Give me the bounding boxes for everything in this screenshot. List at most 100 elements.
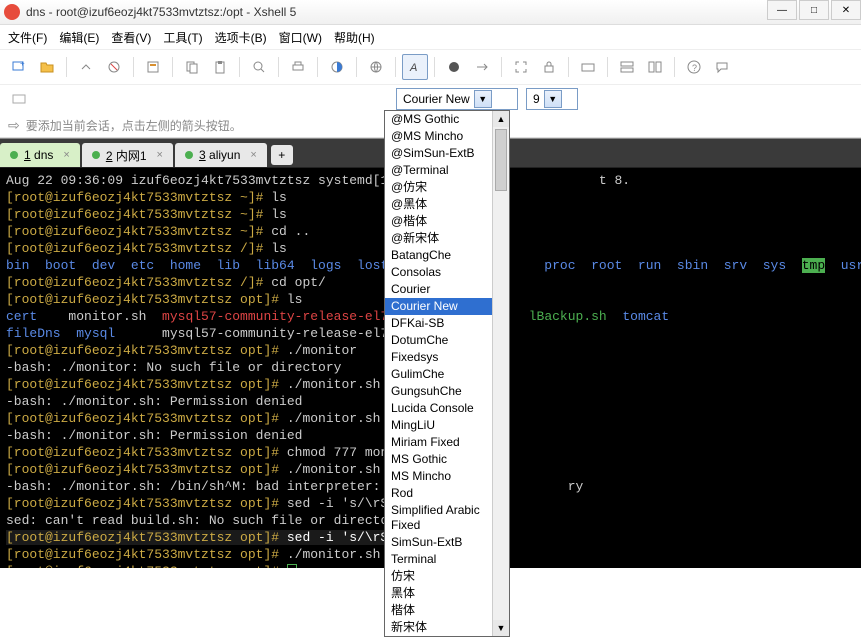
cursor xyxy=(287,564,297,568)
font-option[interactable]: @楷体 xyxy=(385,213,509,230)
scroll-down-icon[interactable]: ▼ xyxy=(493,620,509,636)
close-icon[interactable]: × xyxy=(157,149,163,161)
font-option[interactable]: Terminal xyxy=(385,551,509,568)
new-session-icon[interactable]: + xyxy=(6,54,32,80)
font-option[interactable]: MS Mincho xyxy=(385,468,509,485)
arrow-icon[interactable]: ⇨ xyxy=(8,117,20,134)
minimize-button[interactable]: — xyxy=(767,0,797,20)
separator xyxy=(66,57,67,77)
font-icon[interactable]: A xyxy=(402,54,428,80)
add-tab-button[interactable]: + xyxy=(271,145,293,165)
color-scheme-icon[interactable] xyxy=(324,54,350,80)
hint-text: 要添加当前会话，点击左侧的箭头按钮。 xyxy=(26,117,242,134)
status-dot-icon xyxy=(185,151,193,159)
status-dot-icon xyxy=(10,151,18,159)
tab-intranet[interactable]: 2 内网1 × xyxy=(82,143,173,167)
maximize-button[interactable]: □ xyxy=(799,0,829,20)
app-icon xyxy=(4,4,20,20)
open-icon[interactable] xyxy=(34,54,60,80)
close-icon[interactable]: × xyxy=(250,149,256,161)
font-option[interactable]: DFKai-SB xyxy=(385,315,509,332)
font-option[interactable]: 楷体 xyxy=(385,602,509,619)
font-option[interactable]: 黑体 xyxy=(385,585,509,602)
font-option[interactable]: 新宋体 xyxy=(385,619,509,636)
font-size-combo[interactable]: 9 ▼ xyxy=(526,88,578,110)
font-dropdown[interactable]: ▲ ▼ @MS Gothic@MS Mincho@SimSun-ExtB@Ter… xyxy=(384,110,510,637)
tile-v-icon[interactable] xyxy=(642,54,668,80)
font-family-combo[interactable]: Courier New ▼ xyxy=(396,88,518,110)
paste-icon[interactable] xyxy=(207,54,233,80)
fullscreen-icon[interactable] xyxy=(508,54,534,80)
font-option[interactable]: BatangChe xyxy=(385,247,509,264)
tile-h-icon[interactable] xyxy=(614,54,640,80)
font-option[interactable]: Fixedsys xyxy=(385,349,509,366)
font-option[interactable]: Simplified Arabic Fixed xyxy=(385,502,509,534)
lock-icon[interactable] xyxy=(536,54,562,80)
font-option[interactable]: @SimSun-ExtB xyxy=(385,145,509,162)
separator xyxy=(172,57,173,77)
status-dot-icon xyxy=(92,151,100,159)
tab-aliyun[interactable]: 3 aliyun × xyxy=(175,143,267,167)
scroll-thumb[interactable] xyxy=(495,129,507,191)
menu-tabs[interactable]: 选项卡(B) xyxy=(215,29,267,46)
font-option[interactable]: @MS Mincho xyxy=(385,128,509,145)
address-icon[interactable] xyxy=(6,86,32,112)
font-option[interactable]: Rod xyxy=(385,485,509,502)
separator xyxy=(568,57,569,77)
font-option[interactable]: 仿宋 xyxy=(385,568,509,585)
help-icon[interactable]: ? xyxy=(681,54,707,80)
separator xyxy=(278,57,279,77)
tab-dns[interactable]: 1 dns × xyxy=(0,143,80,167)
xftp-icon[interactable] xyxy=(469,54,495,80)
font-option[interactable]: MingLiU xyxy=(385,417,509,434)
font-option[interactable]: Lucida Console xyxy=(385,400,509,417)
font-option[interactable]: SimSun-ExtB xyxy=(385,534,509,551)
font-option[interactable]: @MS Gothic xyxy=(385,111,509,128)
chevron-down-icon[interactable]: ▼ xyxy=(544,90,562,108)
font-option[interactable]: @仿宋 xyxy=(385,179,509,196)
font-option[interactable]: GulimChe xyxy=(385,366,509,383)
close-icon[interactable]: × xyxy=(63,149,69,161)
font-option[interactable]: DotumChe xyxy=(385,332,509,349)
font-family-value: Courier New xyxy=(403,92,470,106)
print-icon[interactable] xyxy=(285,54,311,80)
chat-icon[interactable] xyxy=(709,54,735,80)
menu-file[interactable]: 文件(F) xyxy=(8,29,47,46)
font-option[interactable]: @黑体 xyxy=(385,196,509,213)
menu-help[interactable]: 帮助(H) xyxy=(334,29,375,46)
disconnect-icon[interactable] xyxy=(101,54,127,80)
properties-icon[interactable] xyxy=(140,54,166,80)
separator xyxy=(674,57,675,77)
xagent-icon[interactable] xyxy=(441,54,467,80)
window-title: dns - root@izuf6eozj4kt7533mvtztsz:/opt … xyxy=(26,5,857,19)
find-icon[interactable] xyxy=(246,54,272,80)
font-option[interactable]: @Terminal xyxy=(385,162,509,179)
encoding-icon[interactable] xyxy=(363,54,389,80)
keyboard-icon[interactable] xyxy=(575,54,601,80)
window-controls: — □ ✕ xyxy=(765,0,861,20)
font-option[interactable]: Courier New xyxy=(385,298,509,315)
font-row: Courier New ▼ 9 ▼ xyxy=(0,85,861,113)
chevron-down-icon[interactable]: ▼ xyxy=(474,90,492,108)
menu-window[interactable]: 窗口(W) xyxy=(279,29,322,46)
menu-edit[interactable]: 编辑(E) xyxy=(59,29,99,46)
font-option[interactable]: Courier xyxy=(385,281,509,298)
close-button[interactable]: ✕ xyxy=(831,0,861,20)
separator xyxy=(501,57,502,77)
font-option[interactable]: GungsuhChe xyxy=(385,383,509,400)
font-option[interactable]: @新宋体 xyxy=(385,230,509,247)
menu-tools[interactable]: 工具(T) xyxy=(163,29,202,46)
copy-icon[interactable] xyxy=(179,54,205,80)
scroll-up-icon[interactable]: ▲ xyxy=(493,111,509,127)
font-option[interactable]: Consolas xyxy=(385,264,509,281)
svg-text:+: + xyxy=(20,59,25,68)
font-option[interactable]: MS Gothic xyxy=(385,451,509,468)
separator xyxy=(317,57,318,77)
toolbar: + A ? xyxy=(0,50,861,85)
menu-view[interactable]: 查看(V) xyxy=(111,29,151,46)
svg-text:?: ? xyxy=(692,63,697,73)
scrollbar[interactable]: ▲ ▼ xyxy=(492,111,509,636)
reconnect-icon[interactable] xyxy=(73,54,99,80)
font-option[interactable]: Miriam Fixed xyxy=(385,434,509,451)
separator xyxy=(239,57,240,77)
